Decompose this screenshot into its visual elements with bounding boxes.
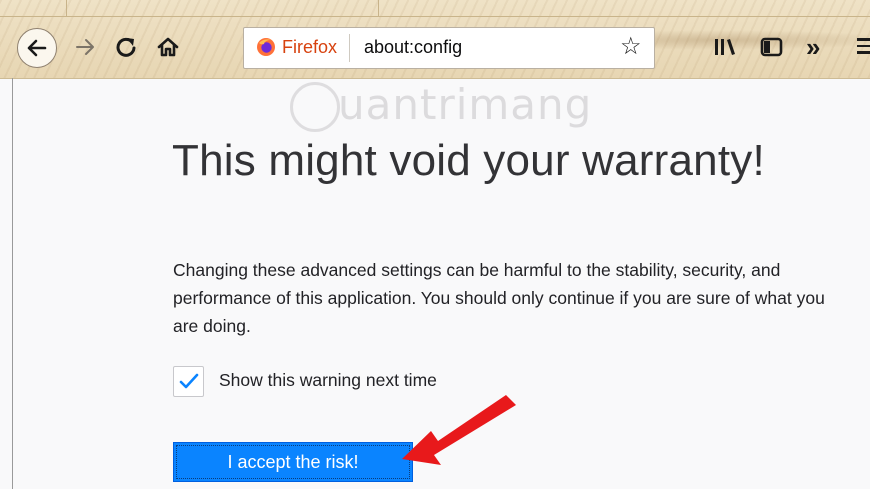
overflow-button[interactable]: » <box>806 34 820 60</box>
home-icon <box>157 37 179 57</box>
tab-edge <box>378 0 379 16</box>
identity-label[interactable]: Firefox <box>282 37 337 58</box>
back-arrow-icon <box>27 39 47 57</box>
home-button[interactable] <box>155 33 181 61</box>
forward-arrow-icon <box>76 39 94 55</box>
show-warning-label[interactable]: Show this warning next time <box>219 370 437 391</box>
back-button[interactable] <box>17 28 57 68</box>
sidebar-icon <box>760 37 783 57</box>
url-separator <box>349 34 350 62</box>
checkmark-icon <box>179 373 199 389</box>
show-warning-checkbox[interactable] <box>173 366 204 397</box>
red-arrow-icon <box>402 395 516 465</box>
firefox-logo-icon <box>257 38 275 56</box>
forward-button[interactable] <box>70 32 100 62</box>
browser-toolbar: Firefox about:config ☆ » <box>0 0 870 79</box>
library-button[interactable] <box>713 36 739 58</box>
hamburger-menu-button[interactable] <box>857 38 870 56</box>
reload-icon <box>116 37 136 57</box>
page-title: This might void your warranty! <box>172 136 765 185</box>
accept-risk-button[interactable]: I accept the risk! <box>173 442 413 482</box>
url-text[interactable]: about:config <box>364 37 462 58</box>
bookmark-star-button[interactable]: ☆ <box>620 33 642 61</box>
watermark: uantrimang <box>290 78 593 138</box>
warning-text: Changing these advanced settings can be … <box>173 260 825 336</box>
reload-button[interactable] <box>114 33 138 61</box>
library-icon <box>715 39 735 55</box>
tab-strip <box>0 0 870 17</box>
tab-edge <box>66 0 67 16</box>
watermark-text: uantrimang <box>338 80 593 129</box>
sidebar-button[interactable] <box>760 36 784 58</box>
content-border <box>12 78 13 489</box>
lightbulb-icon <box>290 82 340 132</box>
